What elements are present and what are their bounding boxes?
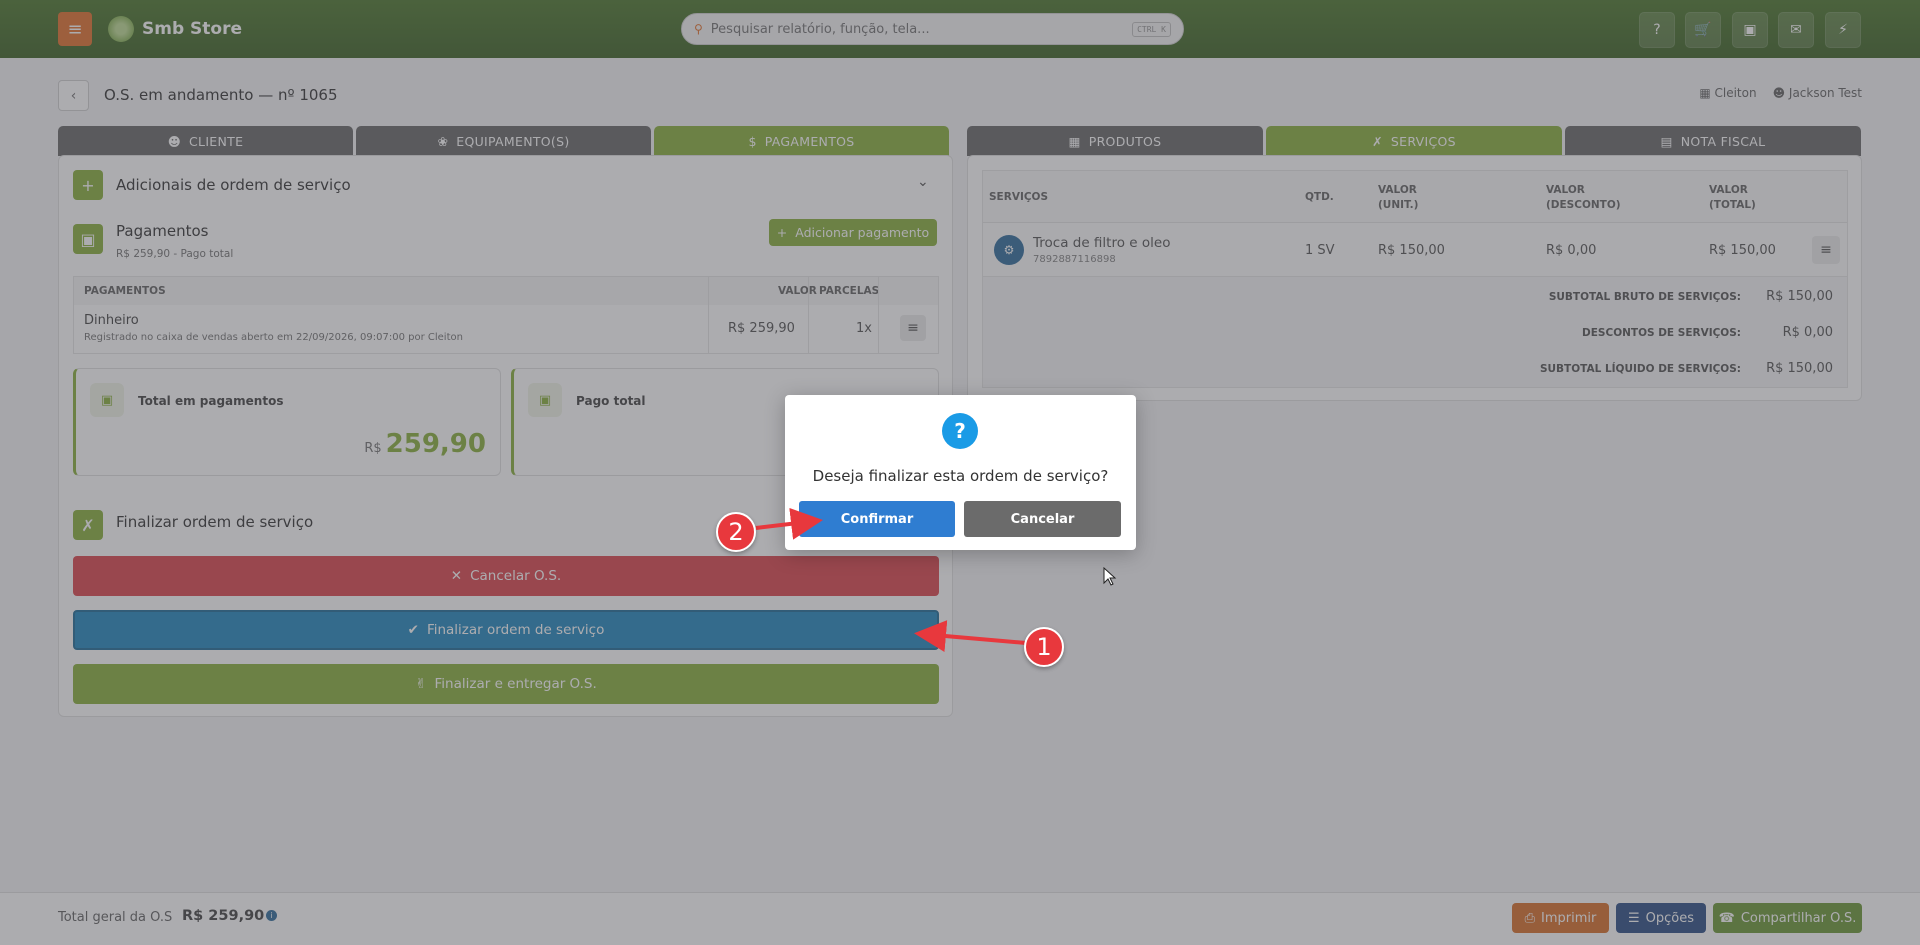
arrow-2 <box>755 507 823 540</box>
arrow-1 <box>914 620 1027 653</box>
annotation-arrows <box>755 507 1027 653</box>
step-marker-1: 1 <box>1024 627 1064 667</box>
mouse-cursor-icon <box>1103 567 1117 586</box>
step-marker-2: 2 <box>716 512 756 552</box>
